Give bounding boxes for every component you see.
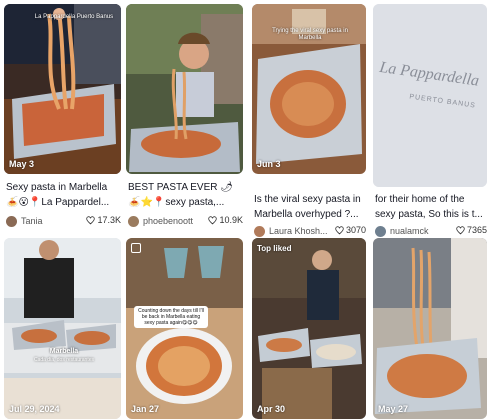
video-meta: Tania 17.3K (6, 215, 121, 227)
video-card-3[interactable]: Trying the viral sexy pasta in Marbella … (252, 4, 366, 237)
video-date: Jun 3 (257, 159, 281, 169)
video-card-7[interactable]: Top liked Apr 30 (252, 238, 366, 419)
video-caption: BEST PASTA EVER 🌶 🍝⭐📍sexy pasta,... (128, 180, 243, 210)
caption-line-2: 🍝😮📍La Pappardel... (6, 197, 110, 208)
video-thumbnail-4[interactable]: La Pappardella PUERTO BANUS (373, 4, 487, 187)
video-thumbnail-7[interactable]: Top liked Apr 30 (252, 238, 366, 419)
video-overlay-text: Marbella (49, 348, 79, 355)
like-count: 17.3K (86, 215, 121, 225)
video-caption: for their home of the sexy pasta, So thi… (375, 192, 487, 222)
author-name[interactable]: nualamck (390, 226, 429, 236)
top-liked-badge: Top liked (257, 244, 292, 253)
speaker-icon[interactable] (126, 158, 237, 174)
avatar[interactable] (6, 215, 17, 227)
video-card-8[interactable]: May 27 (373, 238, 487, 419)
video-meta: nualamck 7365 (375, 225, 487, 237)
restaurant-pasta-serving-image (252, 238, 366, 419)
video-meta: phoebenoott 10.9K (128, 215, 243, 227)
heart-icon (86, 215, 96, 224)
avatar[interactable] (128, 215, 139, 227)
pasta-foil-image (4, 4, 121, 174)
video-caption: Sexy pasta in Marbella 🍝😮📍La Pappardel..… (6, 180, 123, 210)
caption-line-2: Marbella overhyped ?... (254, 209, 359, 220)
author-name[interactable]: phoebenoott (143, 216, 193, 226)
heart-icon (335, 225, 344, 234)
caption-line-2: sexy pasta, So this is t... (375, 209, 483, 220)
like-count-text: 3070 (345, 225, 366, 235)
video-thumbnail-2[interactable] (126, 4, 243, 174)
video-thumbnail-6[interactable]: Counting down the days till I'll be back… (126, 238, 243, 419)
video-date: Jul 29, 2024 (9, 404, 60, 414)
video-overlay-subtext: Cada dia, dos restaurantes (33, 357, 95, 363)
like-count-text: 7365 (466, 225, 487, 235)
like-count: 3070 (335, 225, 366, 235)
video-date: Jan 27 (131, 404, 160, 414)
pasta-twirl-image (373, 238, 487, 419)
like-count: 7365 (456, 225, 487, 235)
video-thumbnail-1[interactable]: La Pappardella Puerto Banus May 3 (4, 4, 121, 174)
checkbox-icon[interactable] (131, 243, 141, 253)
like-count: 10.9K (208, 215, 243, 225)
caption-line-1: Is the viral sexy pasta in (254, 194, 361, 205)
video-grid: La Pappardella Puerto Banus May 3 Sexy p… (0, 0, 490, 419)
video-overlay-text: Trying the viral sexy pasta in Marbella (272, 28, 348, 41)
author-name[interactable]: Tania (21, 216, 43, 226)
video-thumbnail-5[interactable]: Marbella Cada dia, dos restaurantes Jul … (4, 238, 121, 419)
waiter-serving-pasta-image (4, 238, 121, 419)
video-meta: Laura Khosh... 3070 (254, 225, 366, 237)
avatar[interactable] (375, 225, 386, 237)
video-overlay-text: La Pappardella Puerto Banus (34, 14, 114, 20)
video-thumbnail-3[interactable]: Trying the viral sexy pasta in Marbella … (252, 4, 366, 174)
avatar[interactable] (254, 225, 265, 237)
caption-line-2: 🍝⭐📍sexy pasta,... (128, 197, 225, 208)
video-date: May 3 (9, 159, 35, 169)
caption-line-1: Sexy pasta in Marbella (6, 182, 108, 193)
heart-icon (456, 225, 465, 234)
video-date: May 27 (378, 404, 409, 414)
video-card-4[interactable]: La Pappardella PUERTO BANUS for their ho… (373, 4, 487, 237)
video-card-2[interactable]: BEST PASTA EVER 🌶 🍝⭐📍sexy pasta,... phoe… (126, 4, 243, 232)
woman-eating-pasta-image (126, 4, 243, 174)
video-overlay-text: Counting down the days till I'll be back… (134, 306, 208, 328)
video-date: Apr 30 (257, 404, 286, 414)
author-name[interactable]: Laura Khosh... (269, 226, 328, 236)
video-card-1[interactable]: La Pappardella Puerto Banus May 3 Sexy p… (4, 4, 121, 232)
caption-line-1: BEST PASTA EVER 🌶 (128, 182, 233, 193)
heart-icon (208, 215, 218, 224)
like-count-text: 10.9K (219, 215, 243, 225)
like-count-text: 17.3K (97, 215, 121, 225)
video-card-6[interactable]: Counting down the days till I'll be back… (126, 238, 243, 419)
video-card-5[interactable]: Marbella Cada dia, dos restaurantes Jul … (4, 238, 121, 419)
caption-line-1: for their home of the (375, 194, 465, 205)
pasta-with-wine-glasses-image (126, 238, 243, 419)
video-thumbnail-8[interactable]: May 27 (373, 238, 487, 419)
video-caption: Is the viral sexy pasta in Marbella over… (254, 192, 366, 222)
